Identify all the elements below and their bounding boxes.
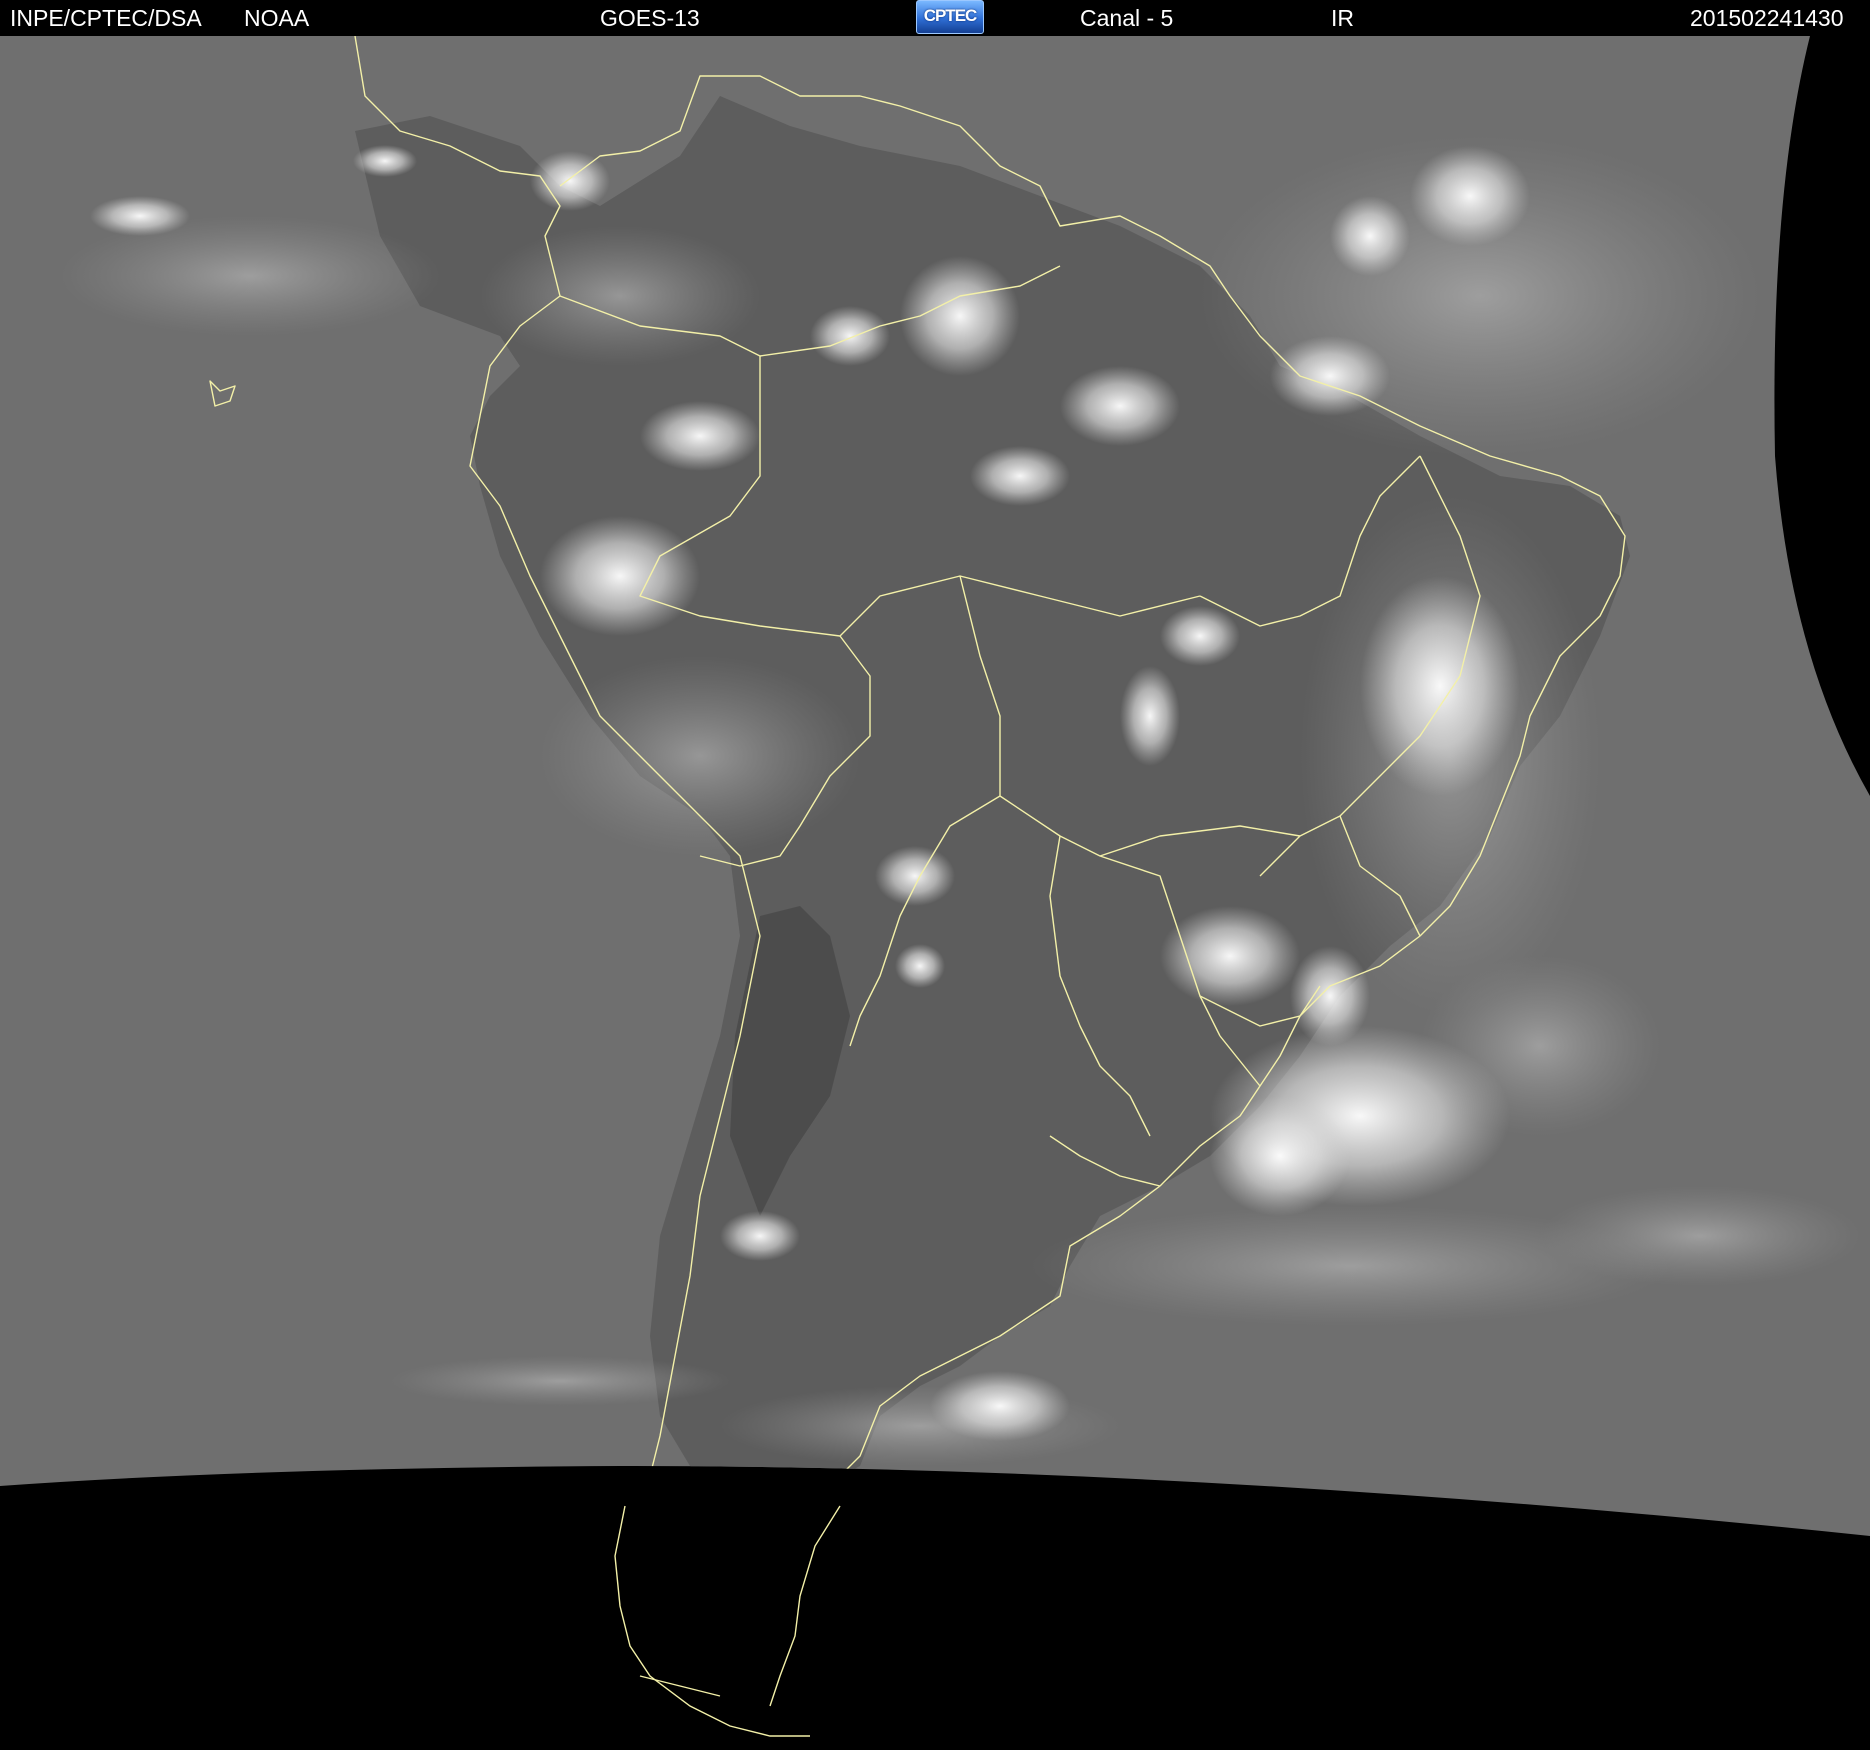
cloud [720, 1211, 800, 1261]
cloud [810, 306, 890, 366]
cloud [970, 446, 1070, 506]
haze [390, 1356, 730, 1406]
cloud [1160, 606, 1240, 666]
cloud [1060, 366, 1180, 446]
cloud [1210, 1096, 1350, 1216]
cloud [875, 846, 955, 906]
cloud [1270, 336, 1390, 416]
timestamp-label: 201502241430 [1690, 5, 1844, 31]
cloud [540, 516, 700, 636]
logo-text: CPTEC [923, 6, 978, 25]
cloud [353, 145, 417, 177]
cloud [1330, 196, 1410, 276]
cloud [895, 944, 945, 988]
haze [1540, 1186, 1860, 1286]
haze [480, 226, 760, 366]
cptec-logo: CPTEC [916, 0, 984, 34]
satellite-image [0, 36, 1870, 1750]
agency-label: NOAA [244, 5, 310, 31]
cloud [1290, 946, 1370, 1046]
source-label: INPE/CPTEC/DSA [10, 5, 202, 31]
haze [60, 216, 440, 336]
header-bar: INPE/CPTEC/DSA NOAA GOES-13 CPTEC Canal … [0, 0, 1870, 36]
cloud [1120, 666, 1180, 766]
cloud [90, 196, 190, 236]
satellite-label: GOES-13 [600, 5, 700, 31]
cloud [1160, 906, 1300, 1006]
band-label: IR [1331, 5, 1354, 31]
cloud [1410, 146, 1530, 246]
cloud [930, 1371, 1070, 1441]
cloud [1360, 576, 1520, 796]
channel-label: Canal - 5 [1080, 5, 1174, 31]
cloud [640, 401, 760, 471]
cloud [530, 151, 610, 211]
haze [540, 656, 860, 856]
